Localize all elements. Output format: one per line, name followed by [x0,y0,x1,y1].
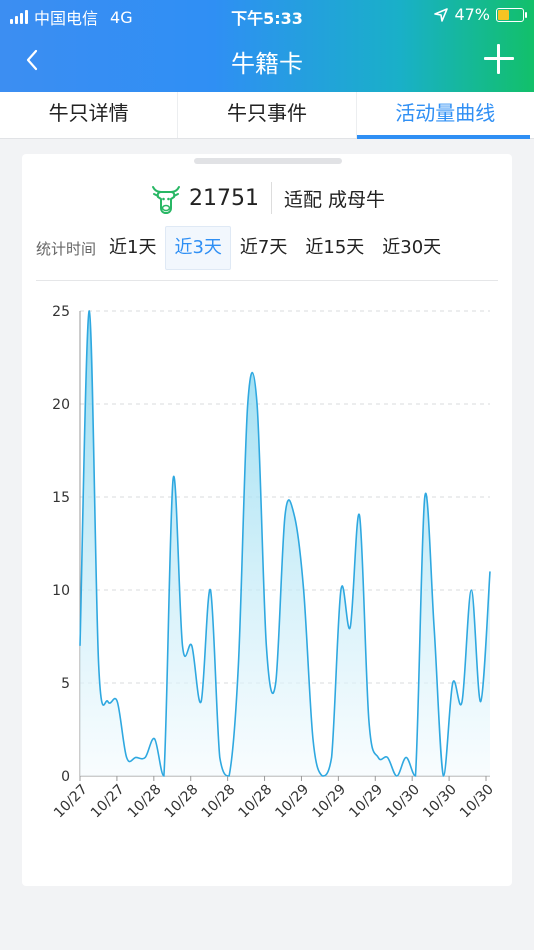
tab-cow-details[interactable]: 牛只详情 [0,92,177,138]
x-tick-label: 10/30 [457,782,497,822]
activity-card: 21751 适配 成母牛 统计时间 近1天 近3天 近7天 近15天 近30天 … [22,154,512,886]
x-tick-label: 10/28 [236,782,276,822]
activity-chart: 051015202510/2710/2710/2810/2810/2810/28… [51,304,497,822]
battery-percent: 47% [454,5,490,24]
y-tick-label: 0 [61,769,70,785]
series-area [80,310,490,776]
x-tick-label: 10/28 [125,782,165,822]
navigation-bar: 牛籍卡 [0,30,534,90]
y-tick-label: 15 [52,490,70,506]
x-tick-label: 10/30 [420,782,460,822]
y-tick-label: 10 [52,583,70,599]
page-title: 牛籍卡 [231,50,303,78]
x-tick-label: 10/28 [199,782,239,822]
x-tick-label: 10/27 [88,782,128,822]
tab-activity-curve[interactable]: 活动量曲线 [355,92,534,139]
y-tick-label: 25 [52,304,70,320]
x-tick-label: 10/30 [383,782,423,822]
x-tick-label: 10/28 [162,782,202,822]
tab-cow-events[interactable]: 牛只事件 [177,92,355,138]
x-tick-label: 10/29 [309,782,349,822]
battery-icon [496,7,527,22]
location-arrow-icon [434,7,449,22]
status-right: 47% [434,5,527,24]
x-tick-label: 10/29 [272,782,312,822]
x-tick-label: 10/29 [346,782,386,822]
tab-bar: 牛只详情 牛只事件 活动量曲线 [0,92,534,139]
app-header: 中国电信 4G 下午5:33 47% 牛籍卡 [0,0,534,92]
status-bar: 中国电信 4G 下午5:33 47% [0,0,534,30]
x-tick-label: 10/27 [51,782,91,822]
y-tick-label: 5 [61,676,70,692]
add-button[interactable] [482,42,516,76]
y-tick-label: 20 [52,397,70,413]
